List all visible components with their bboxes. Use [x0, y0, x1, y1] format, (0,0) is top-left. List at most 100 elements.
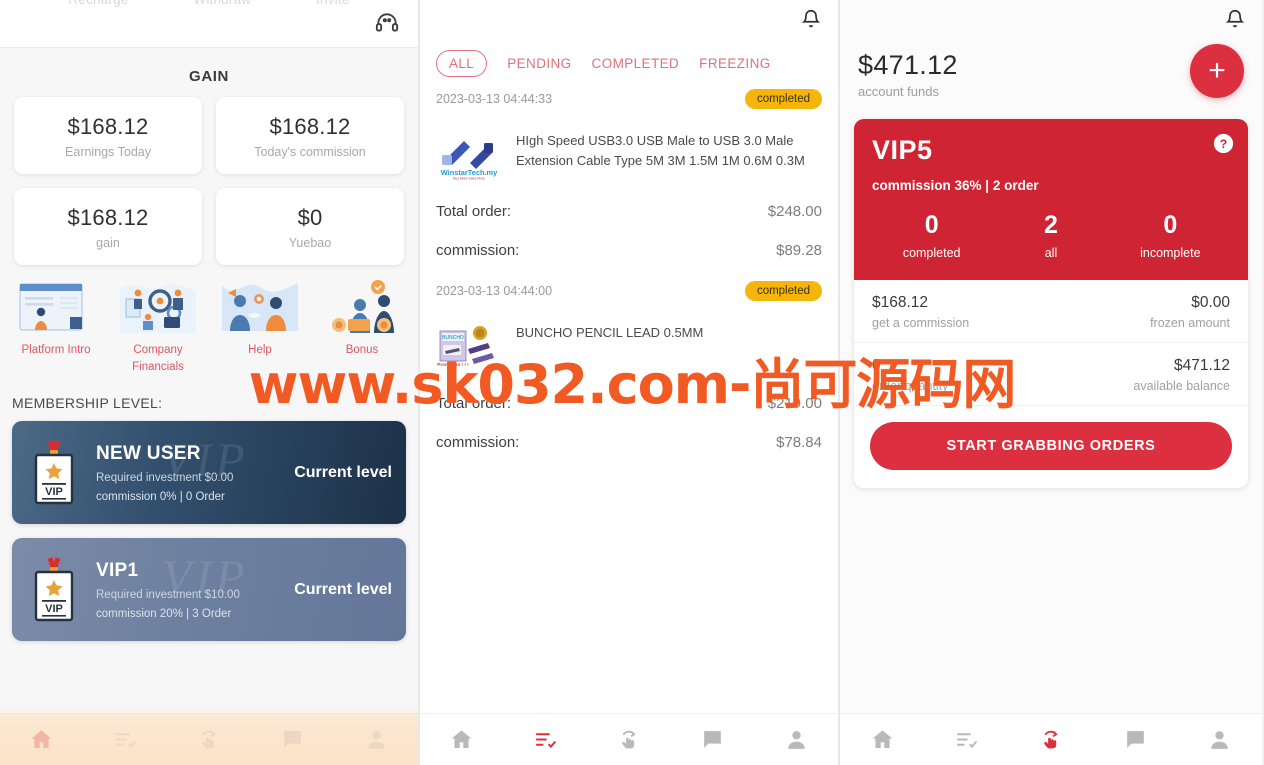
order-list-icon[interactable]	[113, 727, 138, 752]
company-financials-illustration	[120, 284, 196, 333]
svg-text:Promotion ! ! !: Promotion ! ! !	[437, 362, 469, 367]
svg-text:?: ?	[1220, 137, 1227, 151]
gain-amount: $168.12	[67, 114, 149, 139]
frozen-amount-cell: $0.00 frozen amount	[1150, 294, 1230, 330]
tab-freezing[interactable]: FREEZING	[699, 56, 770, 71]
bell-icon[interactable]	[800, 8, 822, 30]
chat-icon[interactable]	[700, 727, 725, 752]
gain-label: Yuebao	[288, 236, 332, 250]
gain-card-earnings-today[interactable]: $168.12 Earnings Today	[14, 97, 202, 174]
promo-bonus[interactable]: Bonus	[316, 279, 408, 375]
order-commission-value: $78.84	[776, 434, 822, 451]
platform-intro-illustration	[19, 283, 83, 331]
gain-label: gain	[96, 236, 120, 250]
order-product-name: BUNCHO PENCIL LEAD 0.5MM	[516, 325, 704, 340]
stat-label: completed	[902, 246, 961, 260]
order-total-row: Total order: $248.00	[436, 203, 822, 220]
available-balance-cell: $471.12 available balance	[1133, 357, 1230, 393]
add-funds-button[interactable]: +	[1190, 44, 1244, 98]
order-header: 2023-03-13 04:44:00 completed	[436, 281, 822, 301]
gain-card-yuebao[interactable]: $0 Yuebao	[216, 188, 404, 265]
help-circle-icon[interactable]: ?	[1213, 133, 1234, 154]
order-product-name: HIgh Speed USB3.0 USB Male to USB 3.0 Ma…	[516, 133, 805, 169]
order-total-value: $248.00	[767, 203, 822, 220]
get-commission-cell: $168.12 get a commission	[872, 294, 969, 330]
order-list-icon[interactable]	[533, 727, 558, 752]
membership-info: NEW USER Required investment $0.00 commi…	[96, 443, 294, 503]
vip-badge-icon: VIP	[34, 557, 74, 622]
membership-status: Current level	[294, 463, 392, 481]
mid-bottom-nav	[420, 713, 838, 765]
right-phone-panel: $471.12 account funds + ? VIP5 commissio…	[840, 0, 1262, 765]
vip-stat-incomplete: 0 incomplete	[1111, 211, 1230, 260]
vip-stat-all: 2 all	[991, 211, 1110, 260]
gain-card-gain[interactable]: $168.12 gain	[14, 188, 202, 265]
membership-status: Current level	[294, 580, 392, 598]
order-item[interactable]: 2023-03-13 04:44:33 completed WinstarTec…	[420, 77, 838, 259]
grab-hand-icon[interactable]	[196, 727, 221, 752]
left-bottom-nav	[0, 713, 418, 765]
home-icon[interactable]	[29, 727, 54, 752]
left-top-bar: Recharge Withdraw Invite	[0, 0, 418, 48]
mid-top-bar	[420, 0, 838, 42]
available-balance-value: $471.12	[1173, 357, 1230, 374]
grab-hand-icon[interactable]	[616, 727, 641, 752]
order-commission-row: commission: $89.28	[436, 242, 822, 259]
quick-action-invite[interactable]: Invite	[316, 0, 349, 7]
order-quantity-cell: 0 order quantity	[872, 357, 948, 393]
promo-company-financials[interactable]: Company Financials	[112, 279, 204, 375]
bonus-illustration	[332, 280, 394, 333]
membership-card-new-user[interactable]: VIP VIP NEW USER Required investment $0.…	[12, 421, 406, 525]
profile-icon[interactable]	[364, 727, 389, 752]
account-funds-amount: $471.12	[858, 50, 958, 80]
get-commission-value: $168.12	[872, 294, 929, 311]
order-filter-tabs: ALL PENDING COMPLETED FREEZING	[420, 42, 838, 77]
order-item[interactable]: 2023-03-13 04:44:00 completed BUNCHO Pro…	[420, 259, 838, 451]
account-balance-section: $471.12 account funds +	[840, 42, 1262, 99]
chat-icon[interactable]	[1123, 727, 1148, 752]
vip-badge-icon: VIP	[34, 440, 74, 505]
account-funds-label: account funds	[858, 84, 939, 99]
quick-action-recharge[interactable]: Recharge	[68, 0, 128, 7]
app-screenshot: Recharge Withdraw Invite GAIN $168.12 Ea…	[0, 0, 1264, 765]
membership-card-vip1[interactable]: VIP VIP VIP1 Required investment $10.00 …	[12, 538, 406, 642]
order-date: 2023-03-13 04:44:00	[436, 284, 553, 298]
membership-name: NEW USER	[96, 442, 201, 464]
order-quantity-label: order quantity	[872, 379, 949, 393]
usb-cable-thumbnail: WinstarTech.my Buy More Save More	[436, 129, 502, 181]
order-total-value: $219.00	[767, 395, 822, 412]
profile-icon[interactable]	[784, 727, 809, 752]
stat-label: all	[1044, 246, 1058, 260]
start-grabbing-orders-button[interactable]: START GRABBING ORDERS	[870, 422, 1232, 470]
promo-platform-intro[interactable]: Platform Intro	[10, 279, 102, 375]
membership-commission: commission 0% | 0 Order	[96, 490, 225, 503]
home-icon[interactable]	[870, 727, 895, 752]
promo-help[interactable]: Help	[214, 279, 306, 375]
membership-investment: Required investment $0.00	[96, 471, 234, 484]
quantity-balance-row: 0 order quantity $471.12 available balan…	[854, 343, 1248, 406]
gain-section-title: GAIN	[189, 68, 229, 85]
quick-action-withdraw[interactable]: Withdraw	[193, 0, 251, 7]
membership-level-title: MEMBERSHIP LEVEL:	[12, 395, 163, 412]
bell-icon[interactable]	[1224, 8, 1246, 30]
order-commission-label: commission:	[436, 242, 520, 259]
headset-icon[interactable]	[374, 10, 400, 36]
gain-card-todays-commission[interactable]: $168.12 Today's commission	[216, 97, 404, 174]
profile-icon[interactable]	[1207, 727, 1232, 752]
order-quantity-value: 0	[872, 357, 881, 374]
status-badge: completed	[744, 89, 822, 109]
svg-text:BUNCHO: BUNCHO	[442, 335, 464, 341]
vip-commission-line: commission 36% | 2 order	[872, 178, 1039, 193]
mid-phone-panel: ALL PENDING COMPLETED FREEZING 2023-03-1…	[418, 0, 840, 765]
tab-completed[interactable]: COMPLETED	[592, 56, 680, 71]
chat-icon[interactable]	[280, 727, 305, 752]
grab-hand-icon[interactable]	[1038, 727, 1063, 752]
stat-value: 2	[1044, 211, 1058, 239]
gain-amount: $0	[297, 205, 323, 230]
tab-all[interactable]: ALL	[436, 50, 488, 77]
gain-label: Today's commission	[254, 145, 366, 159]
order-list-icon[interactable]	[954, 727, 979, 752]
home-icon[interactable]	[449, 727, 474, 752]
tab-pending[interactable]: PENDING	[507, 56, 571, 71]
order-date: 2023-03-13 04:44:33	[436, 92, 553, 106]
